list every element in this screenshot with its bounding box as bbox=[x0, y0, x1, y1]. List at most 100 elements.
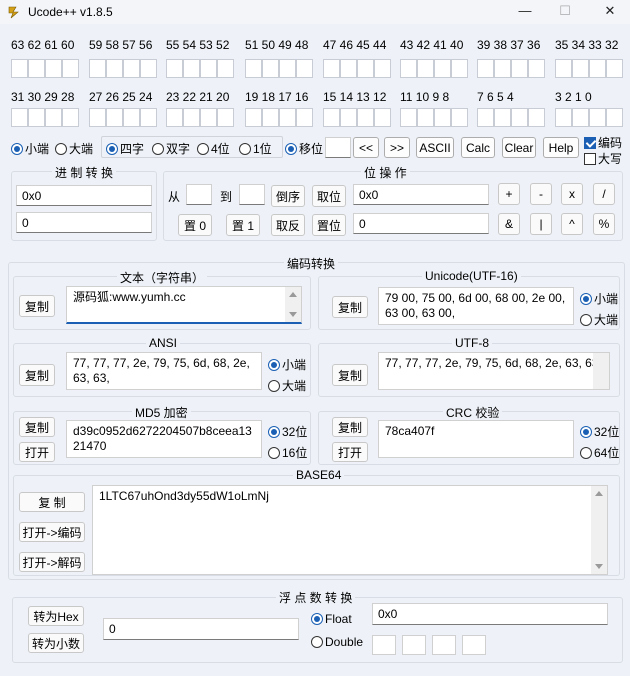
subtract-button[interactable]: - bbox=[530, 183, 552, 205]
decimal-input[interactable]: 0 bbox=[16, 212, 152, 233]
bit-box[interactable] bbox=[417, 108, 434, 127]
or-button[interactable]: | bbox=[530, 213, 552, 235]
bit-box[interactable] bbox=[494, 108, 511, 127]
bit-ops-decimal-input[interactable]: 0 bbox=[353, 213, 489, 234]
bit-box[interactable] bbox=[262, 59, 279, 78]
bit-box[interactable] bbox=[606, 108, 623, 127]
bit-ops-hex-input[interactable]: 0x0 bbox=[353, 184, 489, 205]
bit-box[interactable] bbox=[477, 59, 494, 78]
float-hex-input[interactable]: 0x0 bbox=[372, 603, 608, 625]
four-byte-radio[interactable]: 四字 bbox=[106, 140, 144, 157]
calc-button[interactable]: Calc bbox=[461, 137, 495, 158]
set-one-button[interactable]: 置 1 bbox=[226, 214, 260, 236]
bit-box[interactable] bbox=[262, 108, 279, 127]
uppercase-checkbox[interactable]: 大写 bbox=[584, 150, 622, 167]
bit-box[interactable] bbox=[45, 108, 62, 127]
double-radio[interactable]: Double bbox=[311, 635, 363, 649]
little-endian-radio[interactable]: 小端 bbox=[11, 140, 49, 157]
bit-box[interactable] bbox=[494, 59, 511, 78]
float-byte-box[interactable] bbox=[372, 635, 396, 655]
shift-right-button[interactable]: >> bbox=[384, 137, 410, 158]
md5-output[interactable]: d39c0952d6272204507b8ceea1321470 bbox=[66, 420, 262, 458]
base64-open-encode-button[interactable]: 打开->编码 bbox=[19, 522, 85, 542]
bit-box[interactable] bbox=[11, 108, 28, 127]
md5-open-button[interactable]: 打开 bbox=[19, 442, 55, 462]
base64-copy-button[interactable]: 复 制 bbox=[19, 492, 85, 512]
four-bit-radio[interactable]: 4位 bbox=[197, 140, 230, 157]
crc-open-button[interactable]: 打开 bbox=[332, 442, 368, 462]
big-endian-radio[interactable]: 大端 bbox=[55, 140, 93, 157]
set-bit-button[interactable]: 置位 bbox=[312, 214, 346, 236]
crc-output[interactable]: 78ca407f bbox=[378, 420, 574, 458]
bit-box[interactable] bbox=[451, 108, 468, 127]
bit-box[interactable] bbox=[296, 59, 313, 78]
ansi-little-endian-radio[interactable]: 小端 bbox=[268, 356, 306, 373]
bit-box[interactable] bbox=[245, 108, 262, 127]
multiply-button[interactable]: x bbox=[561, 183, 583, 205]
bit-box[interactable] bbox=[511, 59, 528, 78]
bit-box[interactable] bbox=[400, 108, 417, 127]
text-input[interactable]: 源码狐:www.yumh.cc bbox=[66, 286, 302, 324]
shift-input[interactable] bbox=[325, 137, 351, 158]
bit-box[interactable] bbox=[528, 59, 545, 78]
utf8-output[interactable]: 77, 77, 77, 2e, 79, 75, 6d, 68, 2e, 63, … bbox=[378, 352, 610, 390]
bit-box[interactable] bbox=[434, 59, 451, 78]
bit-box[interactable] bbox=[200, 108, 217, 127]
unicode-big-endian-radio[interactable]: 大端 bbox=[580, 311, 618, 328]
bit-box[interactable] bbox=[28, 59, 45, 78]
md5-32bit-radio[interactable]: 32位 bbox=[268, 423, 307, 440]
set-zero-button[interactable]: 置 0 bbox=[178, 214, 212, 236]
bit-box[interactable] bbox=[183, 108, 200, 127]
modulo-button[interactable]: % bbox=[593, 213, 615, 235]
utf8-copy-button[interactable]: 复制 bbox=[332, 364, 368, 386]
bit-box[interactable] bbox=[89, 59, 106, 78]
bit-box[interactable] bbox=[323, 108, 340, 127]
scrollbar[interactable] bbox=[591, 486, 607, 574]
shift-left-button[interactable]: << bbox=[353, 137, 379, 158]
bit-box[interactable] bbox=[296, 108, 313, 127]
float-byte-box[interactable] bbox=[402, 635, 426, 655]
bit-box[interactable] bbox=[28, 108, 45, 127]
bit-box[interactable] bbox=[200, 59, 217, 78]
crc-32bit-radio[interactable]: 32位 bbox=[580, 423, 619, 440]
bit-box[interactable] bbox=[589, 108, 606, 127]
bit-box[interactable] bbox=[62, 108, 79, 127]
reverse-order-button[interactable]: 倒序 bbox=[271, 185, 305, 207]
float-byte-box[interactable] bbox=[432, 635, 456, 655]
float-radio[interactable]: Float bbox=[311, 612, 352, 626]
bit-box[interactable] bbox=[572, 59, 589, 78]
get-bit-button[interactable]: 取位 bbox=[312, 185, 346, 207]
bit-box[interactable] bbox=[451, 59, 468, 78]
bit-box[interactable] bbox=[11, 59, 28, 78]
bit-box[interactable] bbox=[166, 59, 183, 78]
ansi-big-endian-radio[interactable]: 大端 bbox=[268, 377, 306, 394]
bit-box[interactable] bbox=[374, 108, 391, 127]
crc-64bit-radio[interactable]: 64位 bbox=[580, 444, 619, 461]
hex-input[interactable]: 0x0 bbox=[16, 185, 152, 206]
bit-box[interactable] bbox=[528, 108, 545, 127]
two-byte-radio[interactable]: 双字 bbox=[152, 140, 190, 157]
ascii-button[interactable]: ASCII bbox=[416, 137, 454, 158]
shift-radio[interactable]: 移位 bbox=[285, 140, 323, 157]
bit-box[interactable] bbox=[279, 108, 296, 127]
close-button[interactable]: ✕ bbox=[595, 2, 625, 20]
text-copy-button[interactable]: 复制 bbox=[19, 295, 55, 317]
help-button[interactable]: Help bbox=[543, 137, 579, 158]
bit-box[interactable] bbox=[140, 108, 157, 127]
bit-box[interactable] bbox=[434, 108, 451, 127]
add-button[interactable]: + bbox=[498, 183, 520, 205]
bit-box[interactable] bbox=[572, 108, 589, 127]
maximize-button[interactable]: ☐ bbox=[550, 2, 580, 20]
bit-box[interactable] bbox=[166, 108, 183, 127]
bit-box[interactable] bbox=[589, 59, 606, 78]
bit-box[interactable] bbox=[123, 108, 140, 127]
bit-box[interactable] bbox=[400, 59, 417, 78]
bit-box[interactable] bbox=[279, 59, 296, 78]
scrollbar[interactable] bbox=[285, 287, 301, 322]
unicode-output[interactable]: 79 00, 75 00, 6d 00, 68 00, 2e 00, 63 00… bbox=[378, 287, 574, 325]
bit-box[interactable] bbox=[555, 108, 572, 127]
bit-box[interactable] bbox=[555, 59, 572, 78]
minimize-button[interactable]: — bbox=[510, 2, 540, 20]
bit-box[interactable] bbox=[340, 108, 357, 127]
bit-box[interactable] bbox=[245, 59, 262, 78]
